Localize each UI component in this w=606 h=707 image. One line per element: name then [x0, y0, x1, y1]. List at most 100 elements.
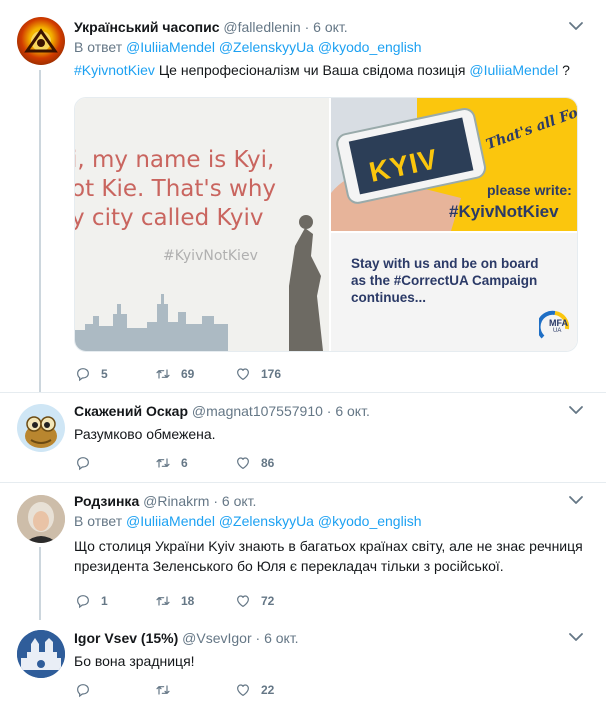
timestamp[interactable]: 6 окт.	[222, 493, 257, 509]
reply-icon	[74, 455, 92, 471]
separator-dot: ·	[326, 403, 332, 419]
mention-link[interactable]: @kyodo_english	[318, 513, 422, 529]
image-hashtag: #KyivNotKiev	[449, 202, 559, 221]
like-icon	[234, 593, 252, 609]
user-handle[interactable]: @falledlenin	[223, 19, 300, 35]
reply-button[interactable]	[74, 455, 154, 471]
reply-context: В ответ @IuliiaMendel @ZelenskyyUa @kyod…	[74, 38, 584, 56]
media-image-bottom-right[interactable]: Stay with us and be on board as the #Cor…	[331, 233, 577, 351]
reply-prefix: В ответ	[74, 513, 123, 529]
like-icon	[234, 682, 252, 698]
retweet-icon	[154, 682, 172, 698]
like-button[interactable]: 72	[234, 593, 314, 609]
please-write-text: please write:	[487, 182, 572, 198]
like-icon	[234, 455, 252, 471]
retweet-icon	[154, 366, 172, 382]
tweet-actions: 5 69 176	[74, 364, 314, 384]
tweet[interactable]: Igor Vsev (15%) @VsevIgor · 6 окт. Бо во…	[0, 620, 606, 707]
display-name[interactable]: Український часопис	[74, 19, 220, 35]
reply-icon	[74, 593, 92, 609]
reply-prefix: В ответ	[74, 39, 123, 55]
avatar[interactable]	[17, 495, 65, 543]
separator-dot: ·	[304, 19, 310, 35]
thread-line	[39, 70, 41, 393]
avatar-art-icon	[24, 28, 58, 53]
tweet-text: Що столиця України Kyiv знають в багатьо…	[74, 538, 583, 574]
reply-button[interactable]	[74, 682, 154, 698]
retweet-button[interactable]	[154, 682, 234, 698]
tweet-actions: 1 18 72	[74, 591, 314, 611]
retweet-count: 18	[181, 594, 195, 608]
timestamp[interactable]: 6 окт.	[313, 19, 348, 35]
avatar-lizard-icon	[25, 416, 57, 448]
mention-link[interactable]: @IuliiaMendel	[126, 39, 215, 55]
media-image-top-right[interactable]: KYIV That's all Folks! please write: #Ky…	[331, 98, 577, 231]
mention-link[interactable]: @IuliiaMendel	[469, 62, 558, 78]
avatar[interactable]	[17, 17, 65, 65]
mfa-logo: MFA UA	[536, 309, 571, 341]
tweet-text: Бо вона зрадниця!	[74, 653, 195, 669]
display-name[interactable]: Родзинка	[74, 493, 139, 509]
text-segment: Це непрофесіоналізм чи Ваша свідома пози…	[154, 62, 470, 78]
city-skyline-icon	[75, 215, 323, 351]
chevron-down-icon[interactable]	[568, 404, 584, 416]
retweet-icon	[154, 455, 172, 471]
reply-count: 5	[101, 367, 108, 381]
like-button[interactable]: 176	[234, 366, 314, 382]
retweet-button[interactable]: 69	[154, 366, 234, 382]
campaign-line: Stay with us and be on board	[351, 256, 539, 271]
user-handle[interactable]: @magnat107557910	[192, 403, 323, 419]
mfa-logo-sub: UA	[553, 328, 562, 334]
tweet-text: #KyivnotKiev Це непрофесіоналізм чи Ваша…	[74, 60, 584, 80]
avatar-person-icon	[17, 495, 65, 543]
chevron-down-icon[interactable]	[568, 494, 584, 506]
text-segment: ?	[558, 62, 570, 78]
tweet-header: Родзинка @Rinakrm · 6 окт.	[74, 492, 584, 510]
campaign-line: continues...	[351, 290, 427, 305]
tweet-media[interactable]: i, my name is Kyi, ot Kie. That's why y …	[74, 97, 578, 352]
tweet-header: Український часопис @falledlenin · 6 окт…	[74, 18, 584, 36]
tweet[interactable]: Родзинка @Rinakrm · 6 окт. В ответ @Iuli…	[0, 483, 606, 620]
like-count: 22	[261, 683, 275, 697]
campaign-line: as the #CorrectUA Campaign	[351, 273, 538, 288]
reply-icon	[74, 682, 92, 698]
timestamp[interactable]: 6 окт.	[335, 403, 370, 419]
avatar[interactable]	[17, 630, 65, 678]
chevron-down-icon[interactable]	[568, 20, 584, 32]
mention-link[interactable]: @ZelenskyyUa	[219, 39, 314, 55]
reply-count: 1	[101, 594, 108, 608]
hashtag-link[interactable]: #KyivnotKiev	[74, 62, 155, 78]
tweet-header: Скажений Оскар @magnat107557910 · 6 окт.	[74, 402, 584, 420]
retweet-count: 69	[181, 367, 195, 381]
tweet-text: Разумково обмежена.	[74, 426, 216, 442]
retweet-button[interactable]: 18	[154, 593, 234, 609]
mention-link[interactable]: @kyodo_english	[318, 39, 422, 55]
reply-button[interactable]: 1	[74, 593, 154, 609]
thread-line	[39, 547, 41, 620]
tweet-header: Igor Vsev (15%) @VsevIgor · 6 окт.	[74, 629, 584, 647]
tweet[interactable]: Скажений Оскар @magnat107557910 · 6 окт.…	[0, 393, 606, 483]
media-image-left[interactable]: i, my name is Kyi, ot Kie. That's why y …	[75, 98, 329, 351]
avatar-city-icon	[17, 630, 65, 678]
tweet[interactable]: Український часопис @falledlenin · 6 окт…	[0, 0, 606, 393]
like-button[interactable]: 22	[234, 682, 314, 698]
reply-context: В ответ @IuliiaMendel @ZelenskyyUa @kyod…	[74, 512, 584, 530]
user-handle[interactable]: @VsevIgor	[182, 630, 251, 646]
avatar[interactable]	[17, 404, 65, 452]
reply-icon	[74, 366, 92, 382]
display-name[interactable]: Скажений Оскар	[74, 403, 188, 419]
like-button[interactable]: 86	[234, 455, 314, 471]
user-handle[interactable]: @Rinakrm	[143, 493, 209, 509]
retweet-count: 6	[181, 456, 188, 470]
like-count: 86	[261, 456, 275, 470]
chevron-down-icon[interactable]	[568, 631, 584, 643]
display-name[interactable]: Igor Vsev (15%)	[74, 630, 178, 646]
mention-link[interactable]: @IuliiaMendel	[126, 513, 215, 529]
mfa-logo-text: MFA	[549, 318, 568, 328]
like-icon	[234, 366, 252, 382]
retweet-icon	[154, 593, 172, 609]
timestamp[interactable]: 6 окт.	[264, 630, 299, 646]
mention-link[interactable]: @ZelenskyyUa	[219, 513, 314, 529]
retweet-button[interactable]: 6	[154, 455, 234, 471]
reply-button[interactable]: 5	[74, 366, 154, 382]
